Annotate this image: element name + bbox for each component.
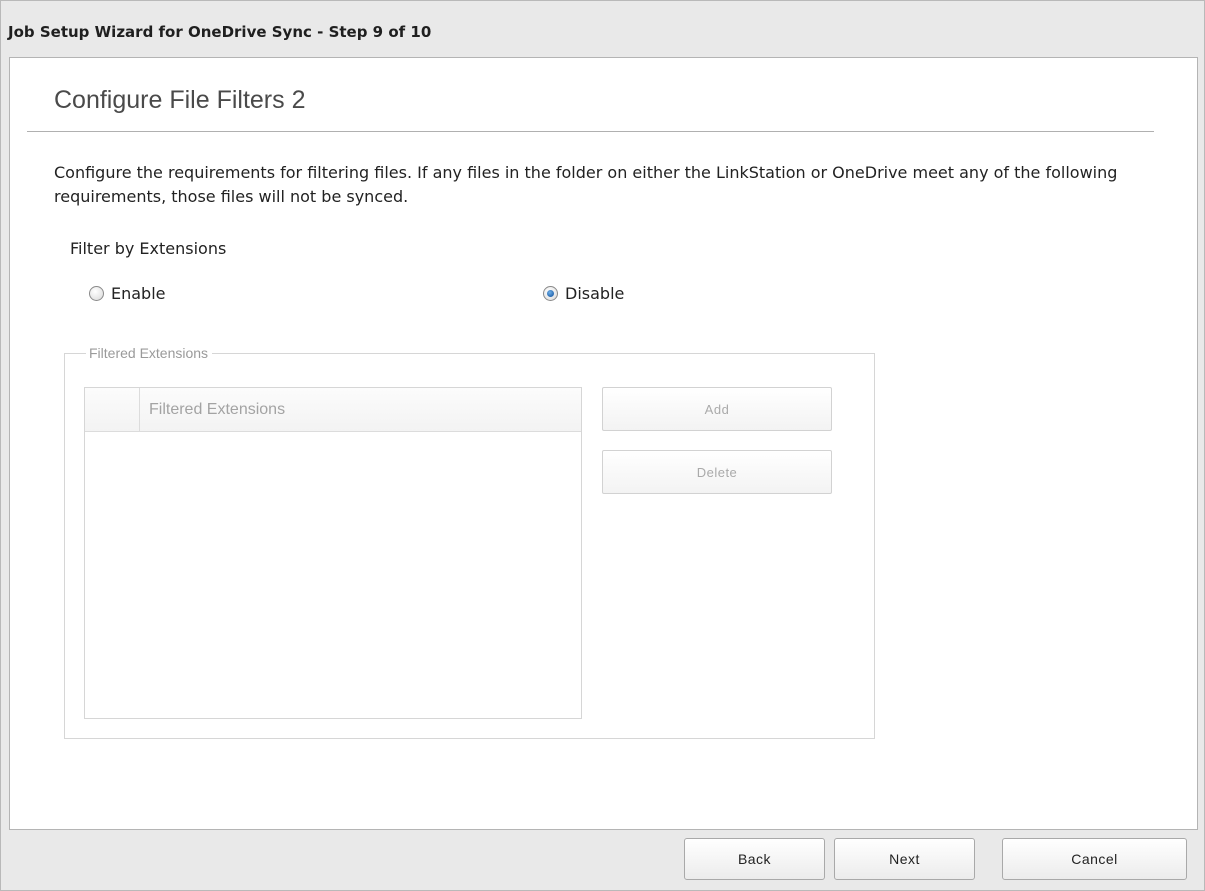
filtered-extensions-list: Filtered Extensions [84, 387, 582, 719]
next-button[interactable]: Next [834, 838, 975, 880]
list-header: Filtered Extensions [85, 388, 581, 432]
radio-checked-icon[interactable] [543, 286, 558, 301]
title-bar: Job Setup Wizard for OneDrive Sync - Ste… [1, 1, 1204, 55]
delete-button[interactable]: Delete [602, 450, 832, 494]
heading-divider [27, 131, 1154, 132]
page-description: Configure the requirements for filtering… [54, 163, 1118, 206]
cancel-button[interactable]: Cancel [1002, 838, 1187, 880]
disable-radio[interactable]: Disable [543, 284, 624, 303]
select-all-column [85, 388, 140, 431]
back-button[interactable]: Back [684, 838, 825, 880]
filter-by-extensions-label: Filter by Extensions [70, 239, 227, 258]
enable-radio[interactable]: Enable [89, 284, 166, 303]
column-header-filtered-extensions: Filtered Extensions [149, 401, 286, 418]
filtered-extensions-legend: Filtered Extensions [86, 345, 213, 361]
radio-unchecked-icon[interactable] [89, 286, 104, 301]
page-title: Configure File Filters 2 [54, 86, 306, 114]
enable-radio-label[interactable]: Enable [111, 284, 166, 303]
disable-radio-label[interactable]: Disable [565, 284, 624, 303]
add-button[interactable]: Add [602, 387, 832, 431]
window-title: Job Setup Wizard for OneDrive Sync - Ste… [8, 23, 432, 41]
